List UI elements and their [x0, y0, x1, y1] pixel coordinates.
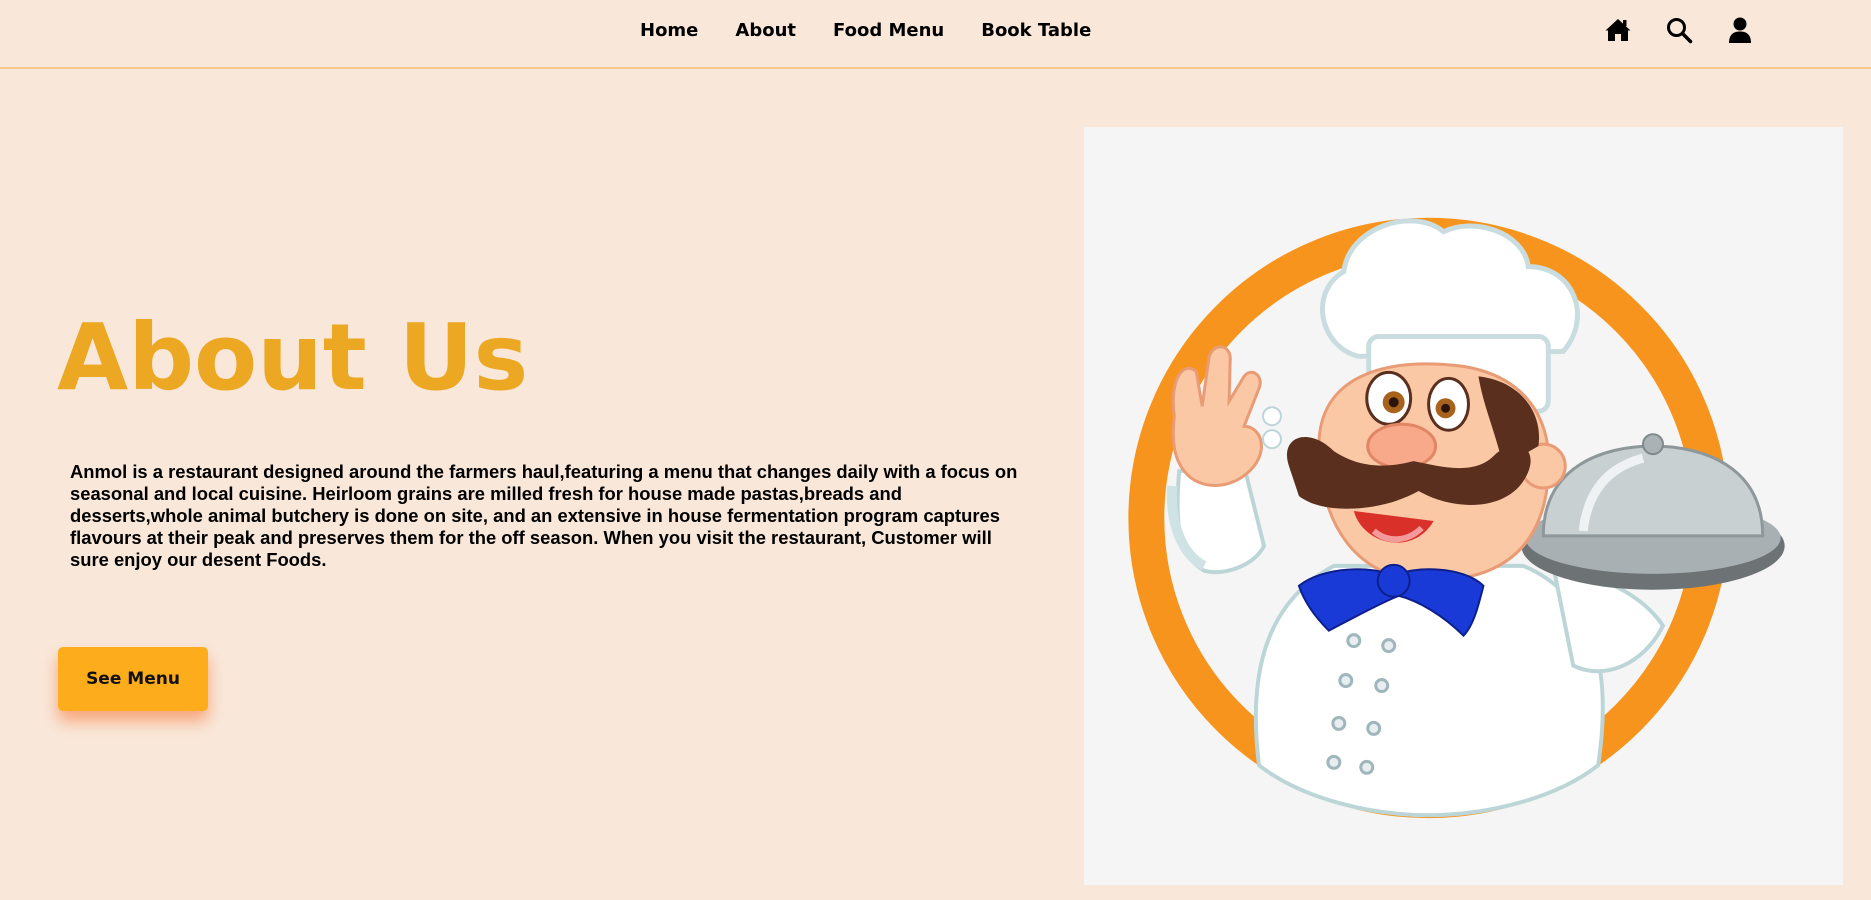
- see-menu-button[interactable]: See Menu: [58, 647, 208, 711]
- nav-link-home[interactable]: Home: [640, 20, 698, 41]
- nav-icons: [1604, 16, 1754, 44]
- user-icon[interactable]: [1726, 16, 1754, 44]
- about-description: Anmol is a restaurant designed around th…: [70, 461, 1018, 570]
- nav-link-about[interactable]: About: [735, 20, 796, 41]
- chef-illustration: [1084, 127, 1843, 885]
- chef-image: [1128, 217, 1785, 819]
- search-icon[interactable]: [1665, 16, 1693, 44]
- nav-links: Home About Food Menu Book Table: [640, 20, 1128, 41]
- nav-link-book-table[interactable]: Book Table: [981, 20, 1091, 41]
- home-icon[interactable]: [1604, 16, 1632, 44]
- nav-link-food-menu[interactable]: Food Menu: [833, 20, 944, 41]
- navbar: Home About Food Menu Book Table: [0, 0, 1871, 69]
- page-title: About Us: [57, 304, 529, 411]
